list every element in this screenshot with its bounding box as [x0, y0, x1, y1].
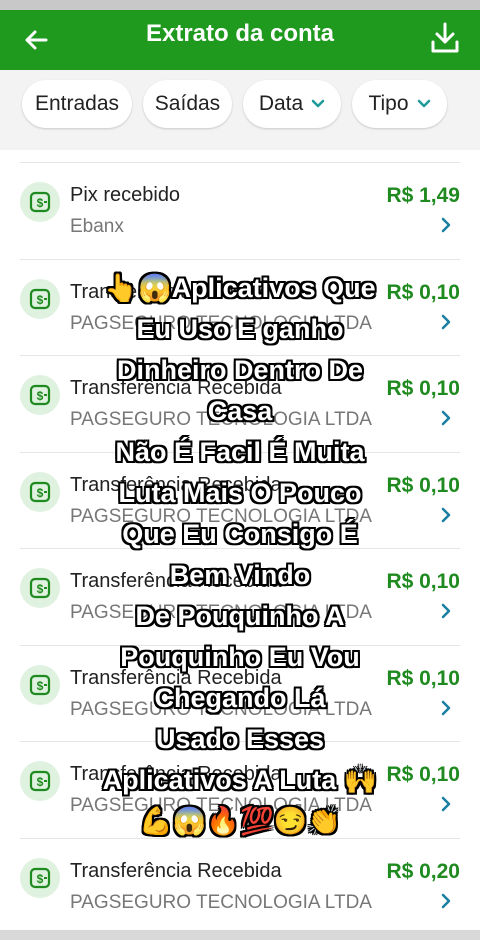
- chevron-right-icon[interactable]: [440, 409, 452, 427]
- filter-bar: Entradas Saídas Data Tipo: [0, 70, 480, 152]
- svg-text:$: $: [37, 872, 44, 886]
- caption-line: Que Eu Consigo É: [122, 519, 358, 549]
- caption-line: Bem Vindo: [169, 560, 311, 590]
- chevron-right-icon[interactable]: [440, 313, 452, 331]
- svg-text:$: $: [37, 389, 44, 403]
- bottom-bar: [0, 930, 480, 940]
- transaction-counterparty: PAGSEGURO TECNOLOGIA LTDA: [70, 891, 372, 913]
- filter-entradas-label: Entradas: [34, 92, 120, 115]
- chevron-right-icon[interactable]: [440, 216, 452, 234]
- caption-line: 👆😱Aplicativos Que: [104, 273, 376, 303]
- caption-line: Dinheiro Dentro De: [116, 355, 364, 385]
- chevron-right-icon[interactable]: [440, 892, 452, 910]
- row-divider: [20, 258, 460, 260]
- filter-saidas-chip[interactable]: Saídas: [143, 80, 232, 128]
- filter-entradas-chip[interactable]: Entradas: [22, 80, 132, 128]
- money-transfer-icon: $: [20, 664, 60, 705]
- money-transfer-icon: $: [20, 471, 60, 512]
- caption-line: Não É Facil É Muita: [115, 437, 365, 467]
- money-transfer-icon: $: [20, 761, 60, 801]
- svg-text:$: $: [37, 582, 44, 596]
- filter-tipo-dropdown[interactable]: Tipo: [352, 80, 447, 128]
- row-divider: [20, 162, 460, 163]
- transaction-amount: R$ 1,49: [386, 184, 460, 207]
- transaction-counterparty: Ebanx: [70, 216, 124, 237]
- svg-text:$: $: [37, 775, 44, 789]
- money-transfer-icon: $: [20, 182, 60, 222]
- chevron-right-icon[interactable]: [440, 506, 452, 524]
- caption-line: 💪😱🔥💯😏👏: [139, 806, 341, 836]
- app-bar: Extrato da conta: [0, 10, 480, 70]
- chevron-down-icon: [417, 99, 430, 108]
- download-icon[interactable]: [428, 20, 462, 56]
- caption-line: Luta Mais O Pouco: [118, 478, 362, 508]
- chevron-right-icon[interactable]: [440, 699, 452, 717]
- money-transfer-icon: $: [20, 857, 60, 898]
- filter-tipo-label: Tipo: [368, 92, 409, 115]
- transaction-row[interactable]: $ Pix recebido Ebanx R$ 1,49: [0, 162, 480, 258]
- caption-line: Aplicativos A Luta 🙌: [102, 765, 378, 795]
- svg-text:$: $: [37, 486, 44, 500]
- filter-saidas-label: Saídas: [154, 92, 221, 115]
- money-transfer-icon: $: [20, 375, 60, 415]
- filter-data-dropdown[interactable]: Data: [243, 80, 341, 128]
- status-bar: [0, 0, 480, 10]
- transaction-amount: R$ 0,20: [386, 859, 460, 883]
- video-caption-overlay: 👆😱Aplicativos Que Eu Uso E ganho Dinheiro …: [60, 268, 420, 842]
- transaction-title: Transferência Recebida: [70, 859, 282, 882]
- svg-text:$: $: [37, 293, 44, 307]
- page-title: Extrato da conta: [145, 20, 335, 47]
- transaction-row[interactable]: $ Transferência Recebida PAGSEGURO TECNOLO…: [0, 837, 480, 934]
- caption-line: Chegando Lá: [154, 683, 326, 713]
- caption-line: Casa: [207, 396, 273, 426]
- chevron-right-icon[interactable]: [440, 602, 452, 620]
- svg-text:$: $: [37, 196, 44, 210]
- filter-data-label: Data: [258, 92, 304, 115]
- caption-line: Usado Esses: [155, 724, 325, 754]
- money-transfer-icon: $: [20, 568, 60, 608]
- svg-text:$: $: [37, 679, 44, 693]
- caption-line: Eu Uso E ganho: [136, 314, 344, 344]
- chevron-down-icon: [311, 99, 325, 108]
- chevron-right-icon[interactable]: [440, 795, 452, 813]
- caption-line: Pouquinho Eu Vou: [120, 642, 360, 672]
- caption-line: De Pouquinho A: [135, 601, 345, 631]
- transaction-title: Pix recebido: [70, 184, 181, 206]
- money-transfer-icon: $: [20, 278, 60, 319]
